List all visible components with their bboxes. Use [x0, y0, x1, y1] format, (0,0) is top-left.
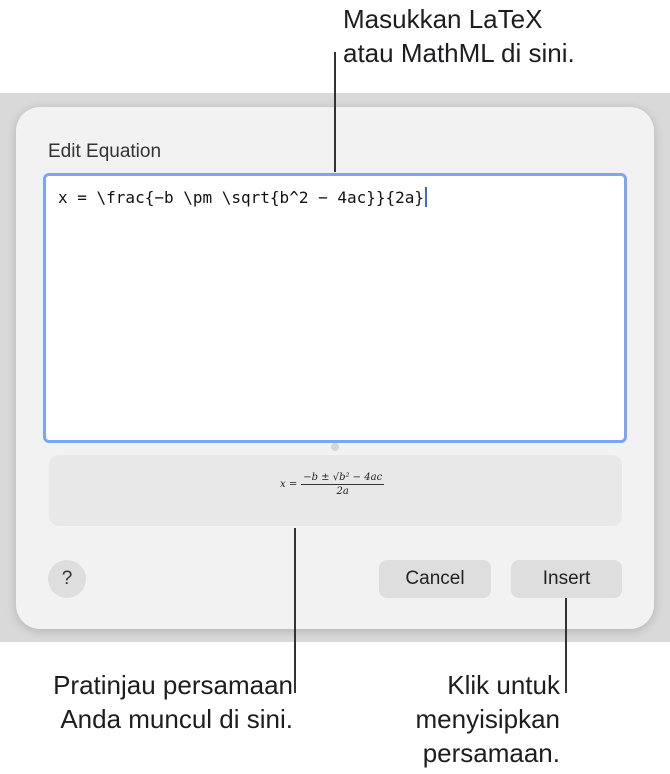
- callout-line: Pratinjau persamaan: [53, 670, 293, 700]
- equation-input-text[interactable]: x = \frac{−b \pm \sqrt{b^2 − 4ac}}{2a}: [58, 187, 428, 207]
- help-button[interactable]: ?: [48, 560, 86, 598]
- preview-equation: x = −b ± √b² − 4ac 2a: [280, 472, 385, 497]
- callout-preview: Pratinjau persamaan Anda muncul di sini.: [53, 668, 293, 736]
- callout-line: menyisipkan: [415, 704, 560, 734]
- cancel-button[interactable]: Cancel: [379, 560, 491, 598]
- callout-line: persamaan.: [422, 738, 560, 768]
- preview-denominator: 2a: [336, 486, 349, 497]
- preview-numerator: −b ± √b² − 4ac: [301, 472, 385, 485]
- callout-line: Masukkan LaTeX: [343, 4, 543, 34]
- callout-line-preview: [294, 528, 296, 693]
- callout-line: atau MathML di sini.: [343, 38, 575, 68]
- insert-button[interactable]: Insert: [511, 560, 622, 598]
- callout-line-input: [334, 52, 336, 172]
- callout-line-insert: [565, 598, 567, 693]
- preview-lhs: x =: [280, 479, 298, 490]
- callout-line: Klik untuk: [447, 670, 560, 700]
- callout-insert: Klik untuk menyisipkan persamaan.: [415, 668, 560, 770]
- callout-line: Anda muncul di sini.: [60, 704, 293, 734]
- preview-fraction: −b ± √b² − 4ac 2a: [301, 472, 385, 497]
- equation-input[interactable]: x = \frac{−b \pm \sqrt{b^2 − 4ac}}{2a}: [43, 173, 627, 443]
- callout-input: Masukkan LaTeX atau MathML di sini.: [343, 2, 575, 70]
- dialog-title: Edit Equation: [48, 141, 162, 162]
- text-caret: [425, 187, 428, 207]
- resize-handle[interactable]: [331, 443, 339, 451]
